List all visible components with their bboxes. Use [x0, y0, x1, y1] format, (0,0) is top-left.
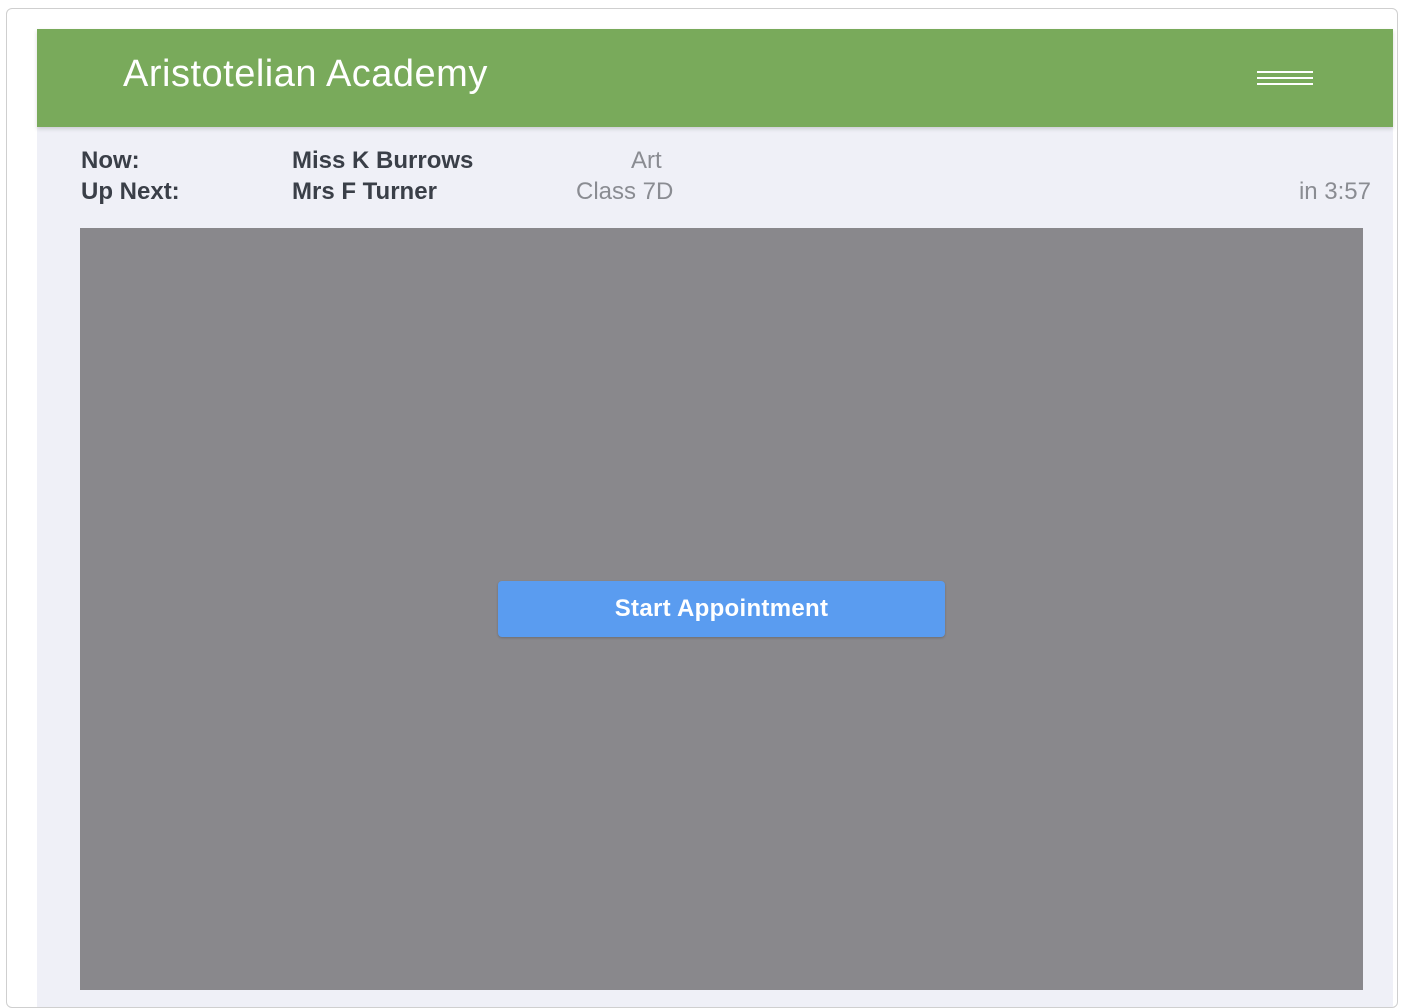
now-subject: Art	[631, 147, 662, 174]
start-appointment-button[interactable]: Start Appointment	[498, 581, 945, 637]
now-label: Now:	[81, 147, 140, 174]
video-area: Start Appointment	[80, 228, 1363, 990]
school-title: Aristotelian Academy	[123, 53, 488, 95]
up-next-class: Class 7D	[576, 178, 674, 205]
header-bar: Aristotelian Academy	[37, 29, 1393, 127]
up-next-row: Up Next: Mrs F Turner Class 7D in 3:57	[81, 178, 1371, 208]
now-teacher: Miss K Burrows	[292, 147, 474, 174]
up-next-label: Up Next:	[81, 178, 180, 205]
hamburger-menu-icon[interactable]	[1247, 59, 1319, 99]
menu-line	[1257, 77, 1313, 79]
countdown-timer: in 3:57	[1298, 178, 1371, 205]
menu-line	[1257, 71, 1313, 73]
up-next-teacher: Mrs F Turner	[292, 178, 437, 205]
browser-frame: Aristotelian Academy Now: Miss K Burrows…	[6, 8, 1398, 1008]
appointment-info: Now: Miss K Burrows Art Up Next: Mrs F T…	[81, 147, 1371, 217]
now-row: Now: Miss K Burrows Art	[81, 147, 1371, 177]
menu-line	[1257, 83, 1313, 85]
app-container: Aristotelian Academy Now: Miss K Burrows…	[37, 29, 1393, 1007]
